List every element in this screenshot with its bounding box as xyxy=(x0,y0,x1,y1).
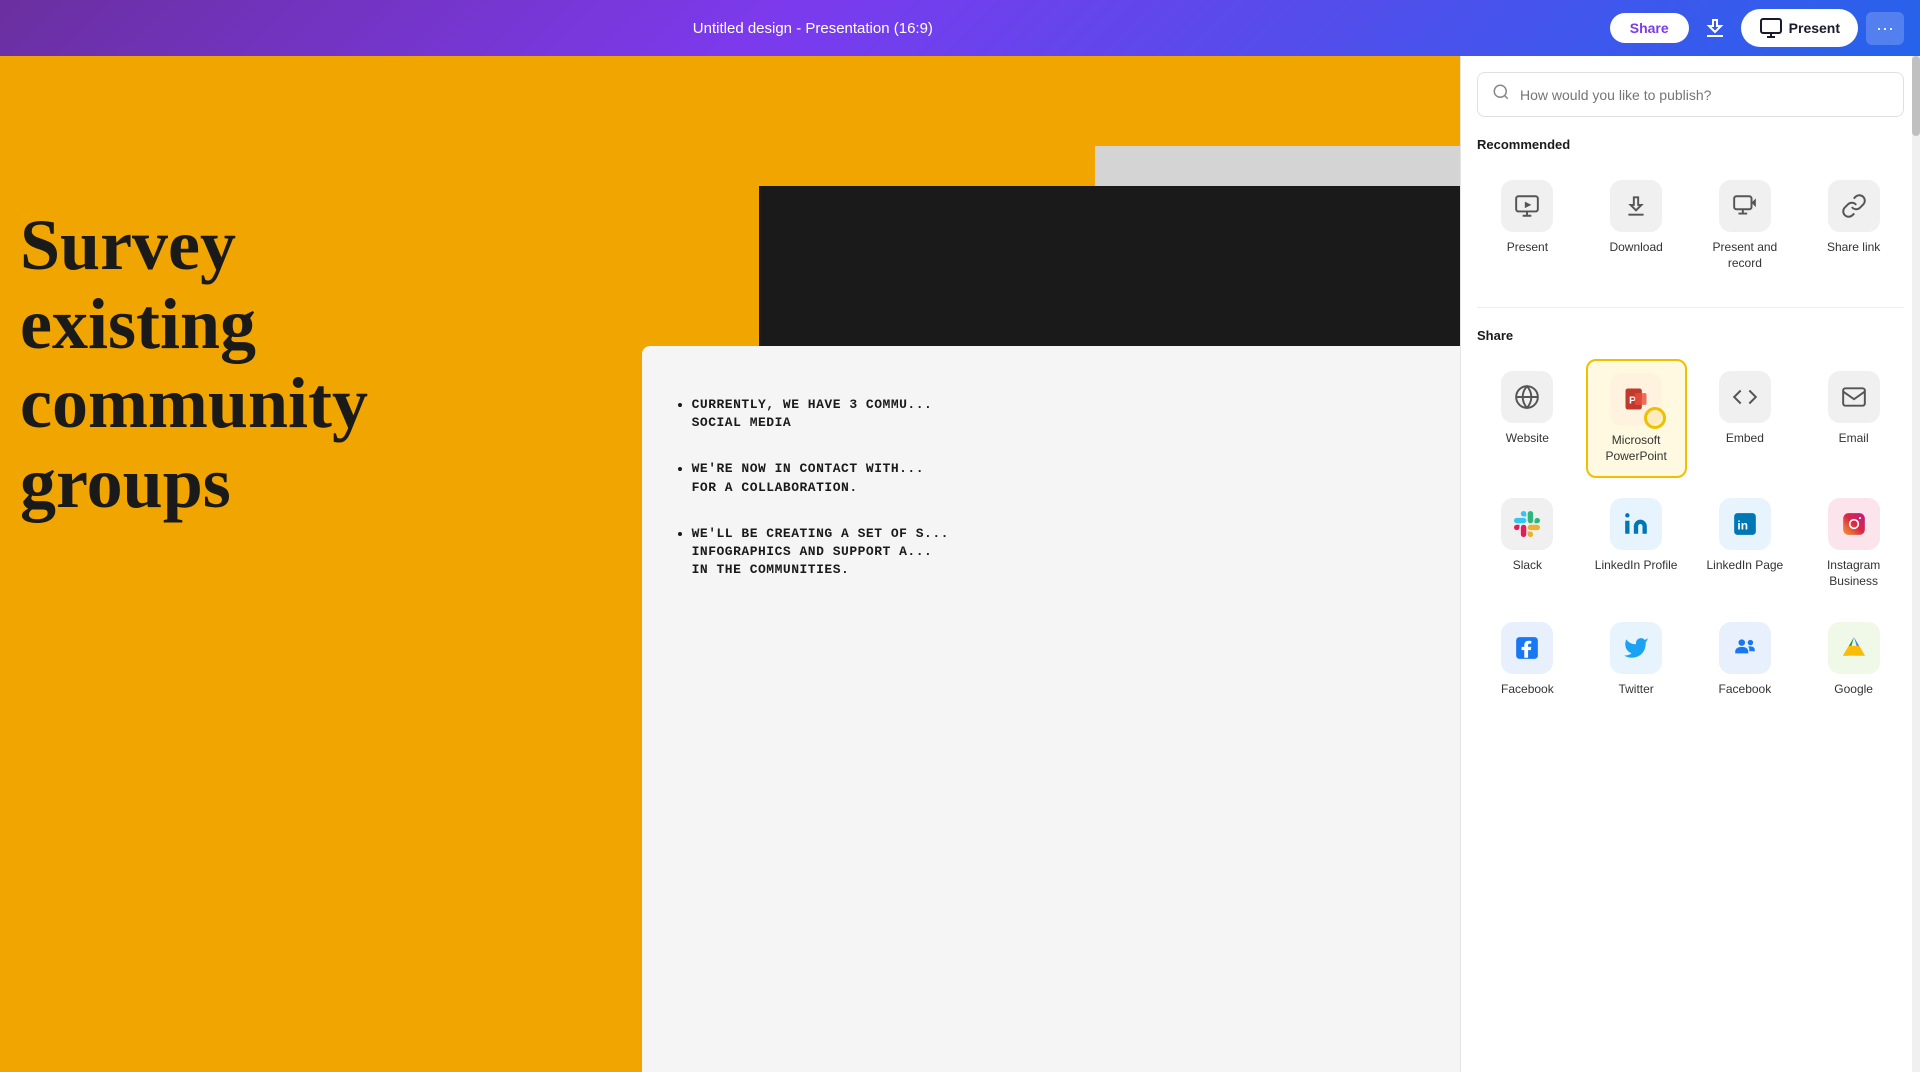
bullet-item-2: WE'RE NOW IN CONTACT WITH...FOR A COLLAB… xyxy=(692,460,1373,496)
canvas-area: Surveyexistingcommunitygroups CURRENTLY,… xyxy=(0,56,1460,1072)
slide-content: Surveyexistingcommunitygroups CURRENTLY,… xyxy=(0,56,1460,1072)
bullet-list: CURRENTLY, WE HAVE 3 COMMU...SOCIAL MEDI… xyxy=(672,396,1373,607)
download-icon xyxy=(1703,16,1727,40)
option-present-record[interactable]: Present and record xyxy=(1695,168,1796,283)
option-icon-facebook-group xyxy=(1719,622,1771,674)
divider-1 xyxy=(1477,307,1904,308)
option-label-ms-ppt: Microsoft PowerPoint xyxy=(1594,433,1679,464)
option-email[interactable]: Email xyxy=(1803,359,1904,478)
scrollbar-thumb[interactable] xyxy=(1912,56,1920,136)
option-website[interactable]: Website xyxy=(1477,359,1578,478)
option-icon-website xyxy=(1501,371,1553,423)
option-icon-facebook xyxy=(1501,622,1553,674)
topbar-title: Untitled design - Presentation (16:9) xyxy=(693,20,933,37)
slide-main-text: Surveyexistingcommunitygroups xyxy=(20,206,368,523)
share-grid: Website P Microsoft PowerPoint xyxy=(1477,359,1904,709)
share-button[interactable]: Share xyxy=(1610,13,1689,43)
option-label-linkedin-page: LinkedIn Page xyxy=(1707,558,1784,574)
recommended-grid: Present Download Present and record xyxy=(1477,168,1904,283)
option-facebook-group[interactable]: Facebook xyxy=(1695,610,1796,710)
option-icon-ms-ppt: P xyxy=(1610,373,1662,425)
option-icon-slack xyxy=(1501,498,1553,550)
option-label-slack: Slack xyxy=(1513,558,1542,574)
option-label-facebook: Facebook xyxy=(1501,682,1554,698)
option-label-google-drive: Google xyxy=(1834,682,1873,698)
search-icon xyxy=(1492,83,1510,106)
option-linkedin-profile[interactable]: LinkedIn Profile xyxy=(1586,486,1687,601)
present-icon xyxy=(1759,16,1783,40)
option-icon-download xyxy=(1610,180,1662,232)
option-icon-embed xyxy=(1719,371,1771,423)
topbar-right: Share Present ··· xyxy=(1610,9,1904,47)
option-icon-linkedin-page: in xyxy=(1719,498,1771,550)
option-present[interactable]: Present xyxy=(1477,168,1578,283)
download-button[interactable] xyxy=(1697,10,1733,46)
option-icon-share-link xyxy=(1828,180,1880,232)
option-icon-present xyxy=(1501,180,1553,232)
search-input[interactable] xyxy=(1520,87,1889,103)
share-label: Share xyxy=(1477,328,1904,343)
option-embed[interactable]: Embed xyxy=(1695,359,1796,478)
option-label-download: Download xyxy=(1609,240,1662,256)
topbar: Untitled design - Presentation (16:9) Sh… xyxy=(0,0,1920,56)
option-label-linkedin-profile: LinkedIn Profile xyxy=(1595,558,1678,574)
option-download[interactable]: Download xyxy=(1586,168,1687,283)
present-label: Present xyxy=(1789,20,1840,36)
option-ms-ppt[interactable]: P Microsoft PowerPoint xyxy=(1586,359,1687,478)
option-linkedin-page[interactable]: in LinkedIn Page xyxy=(1695,486,1796,601)
publish-panel: Recommended Present Download xyxy=(1460,56,1920,1072)
present-button[interactable]: Present xyxy=(1741,9,1858,47)
option-label-present-record: Present and record xyxy=(1701,240,1790,271)
option-slack[interactable]: Slack xyxy=(1477,486,1578,601)
option-google-drive[interactable]: Google xyxy=(1803,610,1904,710)
option-label-twitter: Twitter xyxy=(1618,682,1653,698)
option-icon-email xyxy=(1828,371,1880,423)
option-twitter[interactable]: Twitter xyxy=(1586,610,1687,710)
bullet-item-3: WE'LL BE CREATING A SET OF S...INFOGRAPH… xyxy=(692,525,1373,580)
option-icon-instagram xyxy=(1828,498,1880,550)
bullet-item-1: CURRENTLY, WE HAVE 3 COMMU...SOCIAL MEDI… xyxy=(692,396,1373,432)
scrollbar-track xyxy=(1912,56,1920,1072)
option-label-share-link: Share link xyxy=(1827,240,1880,256)
option-label-embed: Embed xyxy=(1726,431,1764,447)
option-icon-linkedin-profile xyxy=(1610,498,1662,550)
option-icon-google-drive xyxy=(1828,622,1880,674)
option-share-link[interactable]: Share link xyxy=(1803,168,1904,283)
svg-text:in: in xyxy=(1737,519,1748,533)
option-icon-present-record xyxy=(1719,180,1771,232)
option-instagram[interactable]: Instagram Business xyxy=(1803,486,1904,601)
option-label-present: Present xyxy=(1507,240,1548,256)
option-label-instagram: Instagram Business xyxy=(1809,558,1898,589)
option-facebook[interactable]: Facebook xyxy=(1477,610,1578,710)
search-bar[interactable] xyxy=(1477,72,1904,117)
more-button[interactable]: ··· xyxy=(1866,12,1904,45)
option-label-facebook-group: Facebook xyxy=(1719,682,1772,698)
option-icon-twitter xyxy=(1610,622,1662,674)
option-label-email: Email xyxy=(1839,431,1869,447)
option-label-website: Website xyxy=(1506,431,1549,447)
recommended-label: Recommended xyxy=(1477,137,1904,152)
